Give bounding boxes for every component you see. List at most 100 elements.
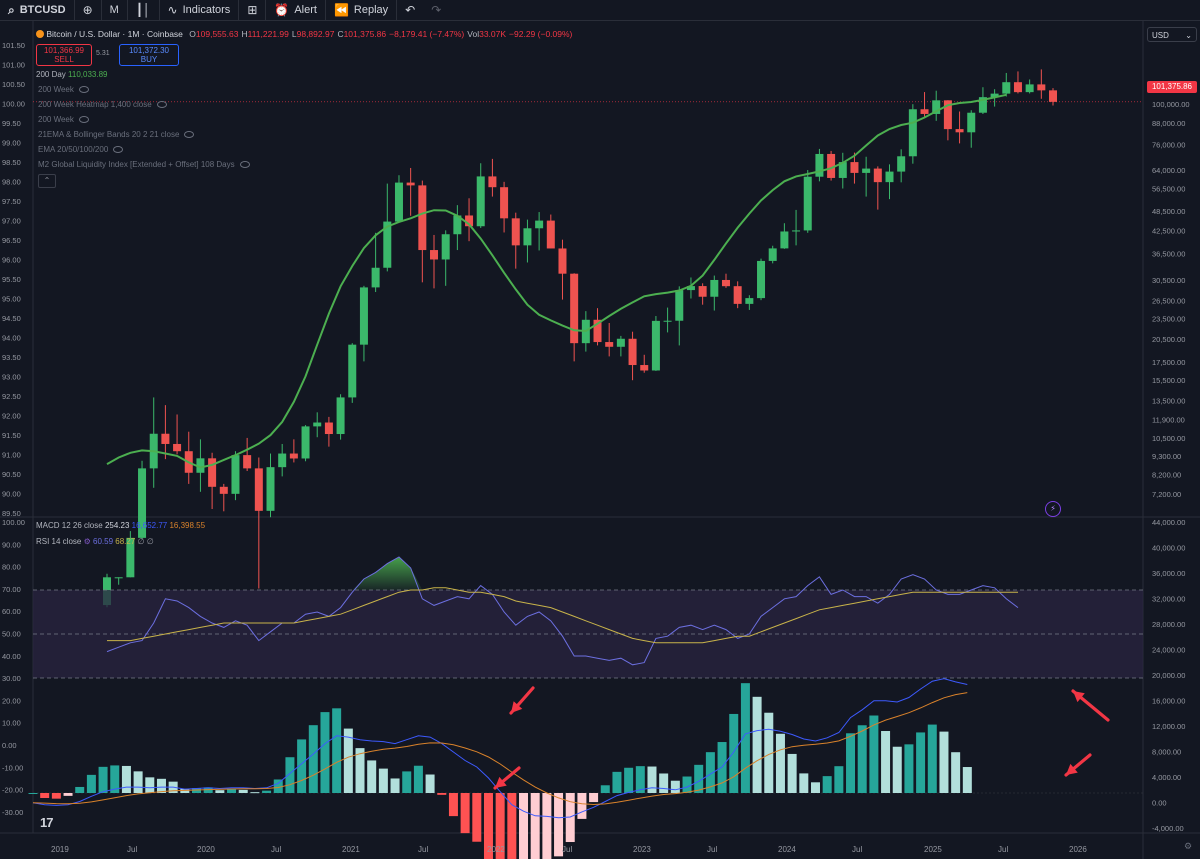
macd-value-1: 254.23 [104,521,130,530]
candle-body [324,422,333,435]
lower-right-tick-label: 4,000.00 [1152,773,1181,782]
lower-right-tick-label: 0.00 [1152,799,1167,808]
compare-button[interactable]: ⊕ [75,0,102,20]
macd-legend[interactable]: MACD 12 26 close 254.23 16,652.77 16,398… [36,521,205,530]
candle-body [803,176,812,231]
candle-body [430,250,439,260]
time-tick-label: 2019 [51,845,69,854]
hidden-indicator-row[interactable]: 200 Week Heatmap 1,400 close [38,100,167,109]
hidden-indicator-row[interactable]: 200 Week [38,85,89,94]
eye-hidden-icon[interactable] [239,161,250,168]
ma200-legend[interactable]: 200 Day 110,033.89 [36,70,107,79]
collapse-legend-button[interactable]: ⌃ [38,174,56,188]
candle-body [488,176,497,188]
interval-button[interactable]: M [102,0,128,20]
candle-body [546,220,555,249]
macd-histogram-bar [250,792,260,794]
tradingview-logo: 17 [40,815,54,830]
candle-body [266,467,275,511]
chart-settings-icon[interactable]: ⚙ [1184,841,1192,852]
time-tick-label: 2021 [342,845,360,854]
price-tick-label: 42,500.00 [1152,227,1185,236]
left-tick-label: 91.50 [2,431,21,440]
candle-body [897,156,906,172]
candle-body [862,168,871,173]
alert-button[interactable]: ⏰ Alert [266,0,326,20]
lower-left-tick-label: 50.00 [2,630,21,639]
hidden-indicator-row[interactable]: 200 Week [38,115,89,124]
lower-left-tick-label: -20.00 [2,786,23,795]
symbol-label: BTCUSD [19,4,66,16]
undo-button[interactable]: ↶ [397,0,423,20]
sell-label: SELL [54,55,74,64]
eye-hidden-icon[interactable] [113,146,124,153]
ohlc-item: H111,221.99 [241,29,288,39]
left-tick-label: 94.00 [2,334,21,343]
candle-body [359,287,368,345]
price-tick-label: 36,500.00 [1152,249,1185,258]
candle-body [605,342,614,347]
sell-button[interactable]: 101,366.99 SELL [36,44,92,66]
eye-hidden-icon[interactable] [184,131,195,138]
lightning-icon[interactable]: ⚡ [1045,501,1061,517]
lower-right-tick-label: -4,000.00 [1152,824,1184,833]
hidden-indicator-label: 200 Week [38,85,74,94]
price-tick-label: 7,200.00 [1152,490,1181,499]
left-tick-label: 100.00 [2,100,25,109]
lower-left-tick-label: 30.00 [2,674,21,683]
time-tick-label: 2022 [487,845,505,854]
indicators-button[interactable]: ∿ Indicators [160,0,240,20]
chart-canvas[interactable]: 115,000.00100,000.0088,000.0076,000.0064… [0,20,1200,859]
left-tick-label: 90.00 [2,490,21,499]
candle-body [441,234,450,260]
macd-histogram-bar [413,765,423,793]
lower-left-tick-label: -10.00 [2,763,23,772]
eye-hidden-icon[interactable] [156,101,167,108]
price-tick-label: 9,300.00 [1152,452,1181,461]
lower-right-tick-label: 36,000.00 [1152,569,1185,578]
candle-body [616,338,625,347]
time-tick-label: Jul [418,845,428,854]
alert-label: Alert [294,4,317,16]
buy-button[interactable]: 101,372.30 BUY [119,44,179,66]
eye-hidden-icon[interactable] [78,86,89,93]
redo-button[interactable]: ↷ [423,0,449,20]
price-tick-label: 56,500.00 [1152,185,1185,194]
time-tick-label: Jul [998,845,1008,854]
macd-histogram-bar [682,776,692,793]
macd-histogram-bar [133,771,143,793]
eye-hidden-icon[interactable] [78,116,89,123]
left-tick-label: 96.00 [2,256,21,265]
candle-body [663,320,672,322]
candle-body [815,153,824,177]
macd-histogram-bar [507,793,517,859]
plus-circle-icon: ⊕ [82,3,93,17]
chart-type-button[interactable]: ┃│ [128,0,160,20]
hidden-indicator-label: 200 Week [38,115,74,124]
macd-histogram-bar [145,777,155,793]
lower-left-tick-label: 10.00 [2,719,21,728]
candle-body [511,218,520,246]
currency-select[interactable]: USD ⌄ [1147,27,1197,42]
layouts-button[interactable]: ⊞ [239,0,267,20]
time-tick-label: 2025 [924,845,942,854]
candle-body [278,453,287,468]
hidden-indicator-row[interactable]: EMA 20/50/100/200 [38,145,124,154]
macd-histogram-bar [834,766,844,793]
lower-right-tick-label: 16,000.00 [1152,697,1185,706]
lower-left-tick-label: 80.00 [2,563,21,572]
macd-histogram-bar [262,790,272,793]
left-tick-label: 97.50 [2,197,21,206]
candle-body [710,279,719,297]
candle-body [873,168,882,183]
symbol-search[interactable]: ⌕ BTCUSD [0,0,75,20]
hidden-indicator-row[interactable]: M2 Global Liquidity Index [Extended + Of… [38,160,250,169]
macd-histogram-bar [624,767,634,793]
sell-price: 101,366.99 [43,46,85,55]
rsi-legend[interactable]: RSI 14 close ⚙ 60.59 68.27 ∅ ∅ [36,537,154,546]
rsi-value-2: 68.27 [115,537,136,546]
candle-body [1013,82,1022,93]
macd-histogram-bar [647,766,657,793]
replay-button[interactable]: ⏪ Replay [326,0,398,20]
hidden-indicator-row[interactable]: 21EMA & Bollinger Bands 20 2 21 close [38,130,195,139]
